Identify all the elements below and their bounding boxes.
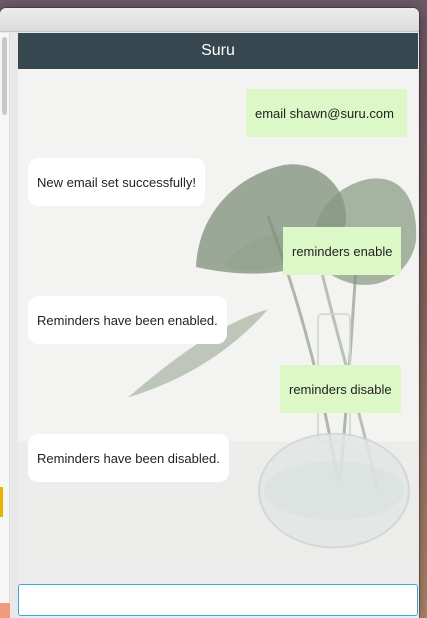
message-text: email shawn@suru.com (255, 105, 394, 121)
message-input[interactable] (18, 584, 418, 616)
bot-message[interactable]: New email set successfully! (28, 158, 205, 206)
sidebar-strip (0, 33, 10, 618)
chat-panel: Suru email shawn@suru.com New email set … (18, 33, 418, 618)
message-text: New email set successfully! (37, 174, 196, 190)
message-text: reminders disable (289, 381, 392, 397)
chat-header: Suru (18, 33, 418, 69)
app-window: Suru email shawn@suru.com New email set … (0, 8, 419, 618)
message-composer (18, 574, 418, 618)
message-list[interactable]: email shawn@suru.com New email set succe… (18, 69, 418, 574)
message-text: Reminders have been disabled. (37, 450, 220, 466)
message-text: reminders enable (292, 243, 393, 259)
user-message[interactable]: reminders enable (283, 227, 402, 275)
bot-message[interactable]: Reminders have been disabled. (28, 434, 229, 482)
window-titlebar[interactable] (0, 8, 419, 32)
user-message[interactable]: email shawn@suru.com (246, 89, 407, 137)
chat-title: Suru (201, 42, 235, 59)
user-message[interactable]: reminders disable (280, 365, 401, 413)
sidebar-scrollbar[interactable] (2, 37, 7, 115)
sidebar-highlight-marker (0, 487, 3, 517)
bot-message[interactable]: Reminders have been enabled. (28, 296, 227, 344)
sidebar-active-item[interactable] (0, 603, 10, 618)
message-text: Reminders have been enabled. (37, 312, 218, 328)
